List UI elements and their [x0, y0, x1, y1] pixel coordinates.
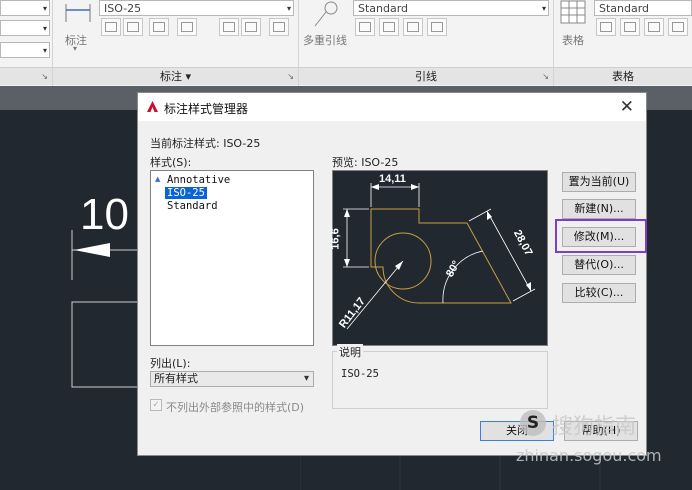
- watermark-brand: 搜狗指南: [552, 414, 636, 438]
- table-style-combo[interactable]: Standard: [594, 0, 692, 16]
- multileader-button-label[interactable]: 多重引线: [303, 32, 347, 48]
- chevron-down-icon: ▾: [42, 4, 47, 13]
- new-style-button[interactable]: 新建(N)...: [562, 199, 636, 219]
- annotative-icon: ▲: [155, 175, 161, 183]
- table-style-value: Standard: [599, 2, 650, 15]
- panel-launcher-icon[interactable]: ↘: [287, 68, 294, 86]
- ribbon-dimension-section: 标注 ▾ ISO-25 ▾ 标注 ▾ ↘: [53, 0, 299, 86]
- dim-tool-icon-1[interactable]: [101, 18, 121, 36]
- ribbon-table-section: 表格 Standard 表格: [554, 0, 692, 86]
- table-tool-icon-3[interactable]: [644, 18, 664, 36]
- chevron-down-icon: ▾: [541, 4, 546, 13]
- exclude-xref-label: 不列出外部参照中的样式(D): [166, 401, 305, 414]
- linear-dimension-icon[interactable]: [63, 2, 93, 26]
- style-list-item-annotative[interactable]: Annotative: [167, 174, 230, 186]
- leader-tool-icon-1[interactable]: [355, 18, 375, 36]
- table-tool-icon-4[interactable]: [668, 18, 688, 36]
- dimension-panel-title[interactable]: 标注 ▾ ↘: [53, 67, 298, 85]
- leader-tool-icon-3[interactable]: [403, 18, 423, 36]
- ribbon-left-combo-top[interactable]: ▾: [0, 0, 50, 16]
- ribbon-left-combo-mid[interactable]: ▾: [0, 20, 50, 36]
- table-panel-title[interactable]: 表格: [554, 67, 692, 85]
- chevron-down-icon[interactable]: ▾: [73, 44, 77, 53]
- dialog-titlebar[interactable]: 标注样式管理器 ✕: [138, 93, 646, 121]
- chevron-down-icon: ▾: [286, 4, 291, 13]
- dimension-style-combo[interactable]: ISO-25 ▾: [99, 0, 294, 16]
- dim-tool-icon-5[interactable]: [219, 18, 239, 36]
- preview-label: 预览: ISO-25: [332, 156, 399, 169]
- canvas-geometry: [71, 230, 140, 388]
- panel-launcher-icon[interactable]: ↘: [41, 68, 48, 86]
- dimension-panel-label: 标注: [159, 70, 182, 83]
- watermark-logo-icon: S: [520, 410, 546, 436]
- close-icon[interactable]: ✕: [620, 97, 634, 117]
- current-style-label: 当前标注样式: ISO-25: [150, 137, 261, 150]
- dim-tool-icon-2[interactable]: [123, 18, 143, 36]
- table-icon[interactable]: [560, 0, 586, 26]
- description-text: ISO-25: [341, 368, 379, 380]
- leader-style-value: Standard: [358, 2, 409, 15]
- leader-tool-icon-2[interactable]: [379, 18, 399, 36]
- panel-launcher-icon[interactable]: ↘: [542, 68, 549, 86]
- description-label: 说明: [337, 344, 363, 360]
- styles-label: 样式(S):: [150, 156, 192, 169]
- ribbon-left-panel-title[interactable]: ↘: [0, 67, 52, 85]
- watermark-url: zhinan.sogou.com: [516, 446, 662, 465]
- dim-tool-icon-3[interactable]: [149, 18, 169, 36]
- chevron-down-icon: ▾: [303, 373, 309, 384]
- table-tool-icon-1[interactable]: [596, 18, 616, 36]
- compare-style-button[interactable]: 比较(C)...: [562, 283, 636, 303]
- modify-button-highlight: [555, 219, 647, 253]
- chevron-down-icon: ▾: [42, 46, 47, 55]
- dimension-style-manager-dialog: 标注样式管理器 ✕ 当前标注样式: ISO-25 样式(S): ▲ Annota…: [137, 92, 647, 456]
- autocad-logo-icon: [147, 101, 158, 112]
- dialog-title: 标注样式管理器: [164, 102, 249, 116]
- table-panel-label: 表格: [612, 70, 634, 83]
- list-filter-select[interactable]: 所有样式 ▾: [150, 371, 314, 387]
- chevron-down-icon: ▾: [42, 24, 47, 33]
- dim-tool-icon-7[interactable]: [269, 18, 289, 36]
- list-label: 列出(L):: [150, 357, 191, 370]
- style-list-item-iso25[interactable]: ISO-25: [165, 187, 207, 199]
- table-button-label[interactable]: 表格: [562, 32, 584, 48]
- style-list-item-standard[interactable]: Standard: [167, 200, 218, 212]
- set-current-button[interactable]: 置为当前(U): [562, 172, 636, 192]
- dim-tool-icon-6[interactable]: [241, 18, 261, 36]
- style-preview: 14,11 16,6 28,07 80° R11,17: [329, 170, 548, 346]
- leader-panel-label: 引线: [415, 70, 437, 83]
- exclude-xref-checkbox[interactable]: ✓: [150, 399, 162, 411]
- preview-drawing: [343, 183, 536, 330]
- preview-dim-top: 14,11: [379, 173, 406, 185]
- table-tool-icon-2[interactable]: [620, 18, 640, 36]
- leader-style-combo[interactable]: Standard ▾: [353, 0, 549, 16]
- leader-panel-title[interactable]: 引线 ↘: [299, 67, 553, 85]
- list-filter-value: 所有样式: [154, 372, 198, 385]
- override-style-button[interactable]: 替代(O)...: [562, 255, 636, 275]
- preview-dim-left: 16,6: [329, 228, 342, 250]
- dim-tool-icon-4[interactable]: [177, 18, 197, 36]
- leader-tool-icon-4[interactable]: [427, 18, 447, 36]
- dimension-style-value: ISO-25: [104, 2, 142, 15]
- styles-listbox[interactable]: ▲ Annotative ISO-25 Standard: [150, 170, 314, 346]
- chevron-down-icon: ▾: [185, 70, 192, 83]
- ribbon: ▾ ▾ ▾ ↘ 标注 ▾ ISO-25 ▾ 标注 ▾ ↘ 多重引线 Standard…: [0, 0, 692, 87]
- description-group: 说明 ISO-25: [332, 344, 548, 409]
- multileader-icon[interactable]: [309, 0, 343, 28]
- ribbon-left-section: ▾ ▾ ▾ ↘: [0, 0, 53, 86]
- ribbon-left-combo-bottom[interactable]: ▾: [0, 42, 50, 58]
- ribbon-leader-section: 多重引线 Standard ▾ 引线 ↘: [299, 0, 554, 86]
